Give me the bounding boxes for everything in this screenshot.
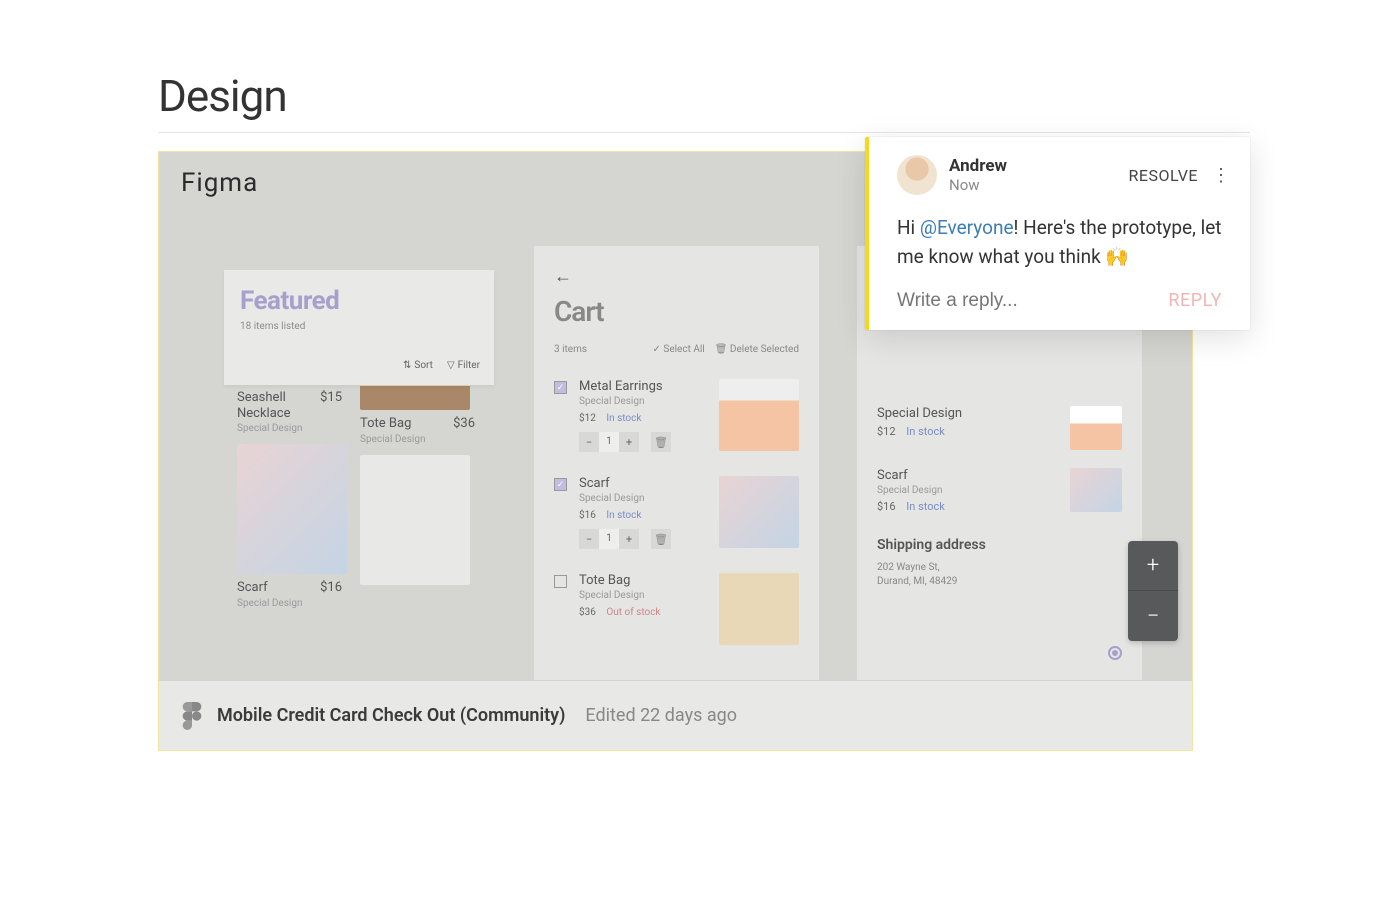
cart-checkbox[interactable] — [554, 575, 567, 588]
cart-item-name: Tote Bag — [579, 573, 707, 588]
reply-button[interactable]: REPLY — [1168, 290, 1222, 311]
cart-item: ✓ Metal Earrings Special Design $12 In s… — [554, 379, 799, 452]
cart-item: Tote Bag Special Design $36 Out of stock — [554, 573, 799, 645]
cart-thumb — [719, 573, 799, 645]
cart-title: Cart — [554, 295, 799, 328]
summary-item-stock: In stock — [906, 500, 945, 513]
cart-checkbox[interactable]: ✓ — [554, 381, 567, 394]
cart-checkbox[interactable]: ✓ — [554, 478, 567, 491]
product-price: $16 — [320, 580, 342, 609]
comment-popover: Andrew Now RESOLVE ⋮ Hi @Everyone! Here'… — [865, 137, 1250, 330]
trash-icon[interactable]: 🗑 — [651, 432, 671, 452]
product-grid: Seashell Necklace Special Design $15 Sca… — [237, 390, 475, 619]
cart-item-stock: In stock — [606, 413, 641, 424]
summary-item-price: $16 — [877, 500, 896, 513]
trash-icon[interactable]: 🗑 — [651, 529, 671, 549]
sort-button[interactable]: ⇅Sort — [403, 360, 433, 371]
figma-logo-icon — [181, 702, 203, 730]
qty-value: 1 — [599, 432, 619, 452]
cart-item-price: $12 — [579, 413, 596, 424]
avatar[interactable] — [897, 155, 937, 195]
qty-plus-button[interactable]: + — [619, 432, 639, 452]
summary-item-sub: Special Design — [877, 406, 1062, 421]
zoom-in-button[interactable]: + — [1128, 541, 1178, 591]
cart-item-sub: Special Design — [579, 590, 707, 601]
product-price: $15 — [320, 390, 342, 434]
comment-time: Now — [949, 176, 1129, 194]
cart-thumb — [719, 379, 799, 451]
featured-title: Featured — [240, 286, 478, 316]
product-image-earrings[interactable] — [360, 455, 470, 585]
summary-thumb — [1070, 468, 1122, 512]
product-name: Scarf — [237, 580, 302, 596]
figma-file-name[interactable]: Mobile Credit Card Check Out (Community) — [217, 705, 565, 726]
product-sub: Special Design — [360, 434, 475, 445]
qty-plus-button[interactable]: + — [619, 529, 639, 549]
summary-item-stock: In stock — [906, 425, 945, 438]
filter-icon: ▽ — [447, 360, 455, 371]
more-icon[interactable]: ⋮ — [1212, 165, 1230, 186]
shipping-title: Shipping address — [877, 537, 1122, 553]
comment-author: Andrew — [949, 156, 1129, 176]
zoom-out-button[interactable]: − — [1128, 591, 1178, 641]
qty-minus-button[interactable]: − — [579, 529, 599, 549]
comment-body: Hi @Everyone! Here's the prototype, let … — [869, 199, 1250, 290]
featured-subtitle: 18 items listed — [240, 321, 478, 332]
product-name: Seashell Necklace — [237, 390, 320, 421]
qty-value: 1 — [599, 529, 619, 549]
product-sub: Special Design — [237, 423, 320, 434]
sort-icon: ⇅ — [403, 360, 411, 371]
figma-edited-label: Edited 22 days ago — [585, 705, 737, 726]
delete-selected-button[interactable]: 🗑 Delete Selected — [715, 344, 799, 355]
figma-bottom-bar: Mobile Credit Card Check Out (Community)… — [159, 680, 1192, 750]
product-image-scarf[interactable] — [237, 444, 347, 574]
figma-app-label: Figma — [181, 168, 258, 198]
featured-panel: Featured 18 items listed ⇅Sort ▽Filter — [224, 270, 494, 385]
cart-item-stock: Out of stock — [606, 607, 660, 618]
summary-item-name: Scarf — [877, 468, 1062, 483]
zoom-controls: + − — [1128, 541, 1178, 641]
cart-item-sub: Special Design — [579, 396, 707, 407]
cart-item-name: Scarf — [579, 476, 707, 491]
product-name: Tote Bag — [360, 416, 411, 432]
product-sub: Special Design — [237, 598, 302, 609]
mention[interactable]: @Everyone — [920, 216, 1014, 239]
select-all-button[interactable]: ✓ Select All — [653, 344, 705, 355]
summary-item: Scarf Special Design $16 In stock — [877, 468, 1122, 513]
summary-thumb — [1070, 406, 1122, 450]
summary-item-price: $12 — [877, 425, 896, 438]
cart-panel: ← Cart 3 items ✓ Select All 🗑 Delete Sel… — [534, 246, 819, 680]
filter-button[interactable]: ▽Filter — [447, 360, 480, 371]
cart-item-sub: Special Design — [579, 493, 707, 504]
cart-item-name: Metal Earrings — [579, 379, 707, 394]
page-title: Design — [158, 70, 1400, 122]
reply-input[interactable] — [897, 290, 1168, 312]
resolve-button[interactable]: RESOLVE — [1129, 166, 1199, 185]
address-radio[interactable] — [1108, 646, 1122, 660]
title-divider — [158, 132, 1250, 133]
cart-item: ✓ Scarf Special Design $16 In stock − 1 … — [554, 476, 799, 549]
cart-count: 3 items — [554, 344, 587, 355]
cart-thumb — [719, 476, 799, 548]
qty-minus-button[interactable]: − — [579, 432, 599, 452]
product-price: $36 — [453, 416, 475, 432]
cart-item-stock: In stock — [606, 510, 641, 521]
summary-item: Special Design $12 In stock — [877, 406, 1122, 450]
back-arrow-icon[interactable]: ← — [554, 266, 799, 287]
cart-item-price: $36 — [579, 607, 596, 618]
summary-item-sub: Special Design — [877, 485, 1062, 496]
cart-item-price: $16 — [579, 510, 596, 521]
shipping-address: 202 Wayne St, Durand, MI, 48429 — [877, 561, 1122, 589]
